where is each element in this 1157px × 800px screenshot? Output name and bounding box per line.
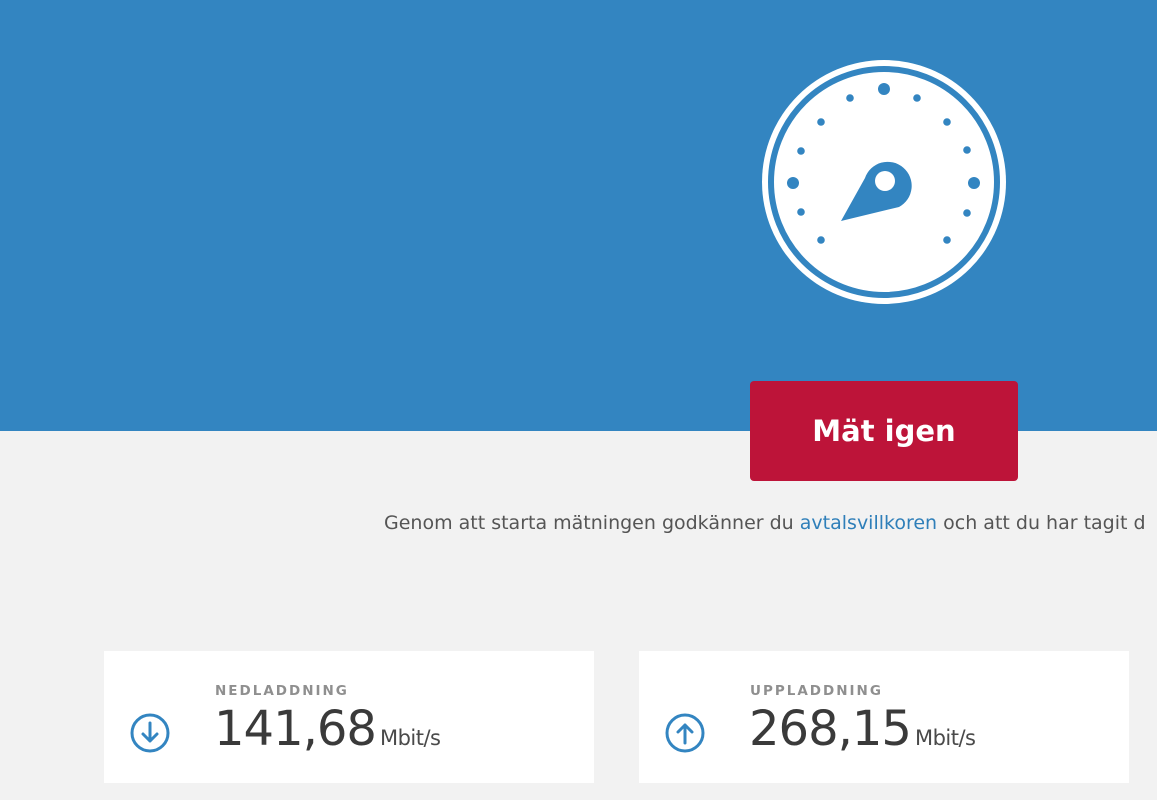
download-label: NEDLADDNING xyxy=(215,683,349,699)
upload-label: UPPLADDNING xyxy=(750,683,883,699)
upload-result-card: UPPLADDNING 268,15 Mbit/s xyxy=(639,651,1129,783)
arrow-down-circle-icon xyxy=(130,713,170,753)
download-unit: Mbit/s xyxy=(379,726,441,750)
terms-prefix: Genom att starta mätningen godkänner du xyxy=(384,512,794,534)
terms-link[interactable]: avtalsvillkoren xyxy=(800,512,937,534)
upload-value: 268,15 xyxy=(749,701,912,757)
download-result-card: NEDLADDNING 141,68 Mbit/s xyxy=(104,651,594,783)
upload-unit: Mbit/s xyxy=(914,726,976,750)
arrow-up-circle-icon xyxy=(665,713,705,753)
download-value: 141,68 xyxy=(214,701,377,757)
terms-suffix: och att du har tagit d xyxy=(943,512,1146,534)
upload-value-row: 268,15 Mbit/s xyxy=(749,701,976,757)
terms-notice: Genom att starta mätningen godkänner du … xyxy=(384,512,1146,534)
download-value-row: 141,68 Mbit/s xyxy=(214,701,441,757)
hero-banner xyxy=(0,0,1157,431)
speedometer-icon xyxy=(762,60,1006,304)
measure-again-button[interactable]: Mät igen xyxy=(750,381,1018,481)
